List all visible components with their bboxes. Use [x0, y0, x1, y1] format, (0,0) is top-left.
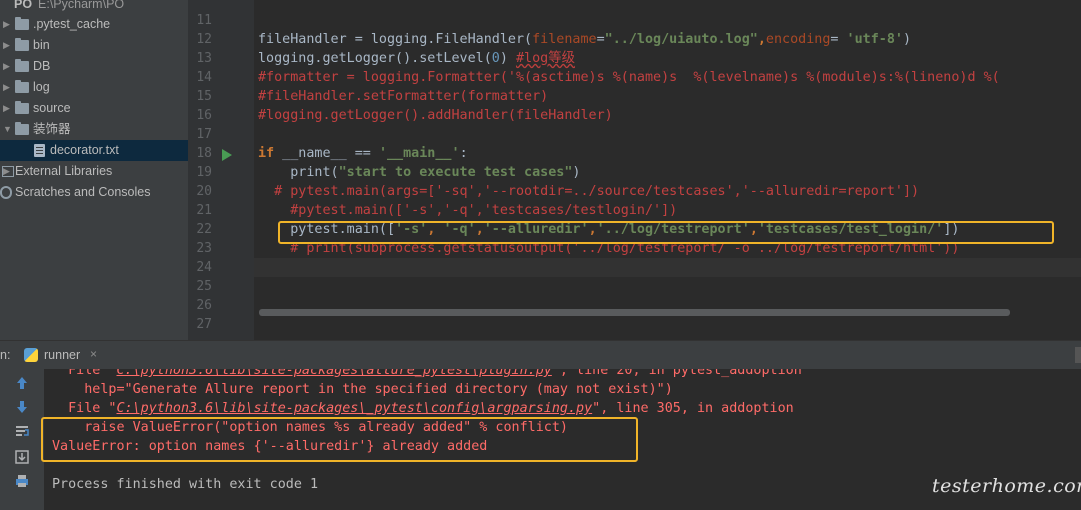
line-number: 16	[196, 108, 212, 123]
code-line-13: fileHandler = logging.FileHandler(filena…	[258, 32, 912, 47]
line-number: 22	[196, 222, 212, 237]
tree-item-decorator-txt[interactable]: decorator.txt	[0, 140, 188, 161]
chevron-right-icon[interactable]: ▶	[3, 35, 11, 56]
line-number: 12	[196, 32, 212, 47]
run-tool-window-header: n: runner ×	[0, 340, 1081, 369]
run-gutter-icon[interactable]	[222, 149, 232, 161]
tree-item-bin[interactable]: ▶ bin	[0, 35, 188, 56]
chevron-right-icon[interactable]: ▶	[3, 98, 11, 119]
code-editor[interactable]: fileHandler = logging.FileHandler(filena…	[254, 0, 1081, 340]
tree-item-label: Scratches and Consoles	[15, 185, 151, 199]
code-line-19: if __name__ == '__main__':	[258, 146, 468, 161]
soft-wrap-icon[interactable]	[14, 423, 30, 439]
tree-item-label: decorator.txt	[50, 143, 119, 157]
console-file-link[interactable]: C:\python3.6\lib\site-packages\allure_py…	[117, 369, 552, 378]
line-number: 11	[196, 13, 212, 28]
line-number: 25	[196, 279, 212, 294]
line-number: 18	[196, 146, 212, 161]
code-line-14: logging.getLogger().setLevel(0) #log等级	[258, 51, 576, 66]
tree-root[interactable]: PO E:\Pycharm\PO	[0, 0, 188, 15]
tree-item-label: 装饰器	[33, 122, 71, 136]
horizontal-scrollbar[interactable]	[259, 309, 1010, 316]
code-line-16: #fileHandler.setFormatter(formatter)	[258, 89, 549, 104]
text-file-icon	[34, 144, 45, 157]
line-number: 26	[196, 298, 212, 313]
project-root-path: E:\Pycharm\PO	[38, 0, 125, 11]
tree-item-log[interactable]: ▶ log	[0, 77, 188, 98]
line-number: 23	[196, 241, 212, 256]
tree-item-label: bin	[33, 38, 50, 52]
tree-item-scratches[interactable]: Scratches and Consoles	[0, 182, 188, 203]
highlight-box-code	[278, 221, 1054, 244]
arrow-down-icon[interactable]	[14, 399, 30, 415]
line-number-gutter: 11 12 13 14 15 16 17 18 19 20 21 22 23 2…	[188, 0, 254, 340]
console-line: File "C:\python3.6\lib\site-packages\_py…	[52, 401, 794, 416]
line-number: 15	[196, 89, 212, 104]
python-icon	[24, 348, 38, 362]
scroll-to-end-icon[interactable]	[14, 449, 30, 465]
tree-item-label: log	[33, 80, 50, 94]
tree-item-label: DB	[33, 59, 51, 73]
run-tab-prefix: n:	[0, 348, 11, 362]
current-line-highlight	[254, 258, 1081, 277]
chevron-down-icon[interactable]: ▼	[3, 119, 12, 140]
tree-item-label: External Libraries	[15, 164, 113, 178]
tree-item-label: source	[33, 101, 71, 115]
print-icon[interactable]	[14, 473, 30, 489]
line-number: 13	[196, 51, 212, 66]
tree-item-label: .pytest_cache	[33, 17, 111, 31]
library-icon	[2, 166, 14, 177]
console-file-link[interactable]: C:\python3.6\lib\site-packages\_pytest\c…	[117, 401, 593, 416]
project-tree: PO E:\Pycharm\PO ▶ .pytest_cache ▶ bin ▶…	[0, 0, 188, 340]
folder-icon	[15, 101, 29, 114]
run-toolbar	[0, 369, 44, 510]
tree-item-external-libraries[interactable]: ▶ External Libraries	[0, 161, 188, 182]
folder-icon	[15, 80, 29, 93]
line-number: 24	[196, 260, 212, 275]
code-line-21: # pytest.main(args=['-sq','--rootdir=../…	[258, 184, 920, 199]
code-line-20: print("start to execute test cases")	[258, 165, 581, 180]
tree-item-decorators[interactable]: ▼ 装饰器	[0, 119, 188, 140]
project-root-name: PO	[14, 0, 33, 11]
chevron-right-icon[interactable]: ▶	[3, 14, 11, 35]
tree-item-source[interactable]: ▶ source	[0, 98, 188, 119]
watermark: testerhome.com	[932, 475, 1081, 497]
console-exit-line: Process finished with exit code 1	[52, 477, 319, 492]
highlight-box-error	[41, 417, 638, 462]
folder-icon	[15, 38, 29, 51]
line-number: 20	[196, 184, 212, 199]
folder-icon	[15, 17, 29, 30]
tree-item-pytest-cache[interactable]: ▶ .pytest_cache	[0, 14, 188, 35]
folder-icon	[15, 122, 29, 135]
code-line-17: #logging.getLogger().addHandler(fileHand…	[258, 108, 613, 123]
code-line-22: #pytest.main(['-s','-q','testcases/testl…	[258, 203, 678, 218]
line-number: 17	[196, 127, 212, 142]
line-number: 21	[196, 203, 212, 218]
line-number: 14	[196, 70, 212, 85]
line-number: 27	[196, 317, 212, 332]
run-tab-runner[interactable]: runner	[44, 348, 80, 362]
close-icon[interactable]: ×	[90, 347, 97, 361]
code-line-15: #formatter = logging.Formatter('%(asctim…	[258, 70, 1000, 85]
folder-icon	[15, 59, 29, 72]
tree-item-db[interactable]: ▶ DB	[0, 56, 188, 77]
arrow-up-icon[interactable]	[14, 375, 30, 391]
line-number: 19	[196, 165, 212, 180]
scratches-icon	[0, 186, 12, 199]
chevron-right-icon[interactable]: ▶	[3, 56, 11, 77]
console-line: File "C:\python3.6\lib\site-packages\all…	[52, 369, 802, 380]
panel-edge-handle[interactable]	[1075, 347, 1081, 363]
chevron-right-icon[interactable]: ▶	[3, 77, 11, 98]
console-line: help="Generate Allure report in the spec…	[52, 382, 673, 397]
